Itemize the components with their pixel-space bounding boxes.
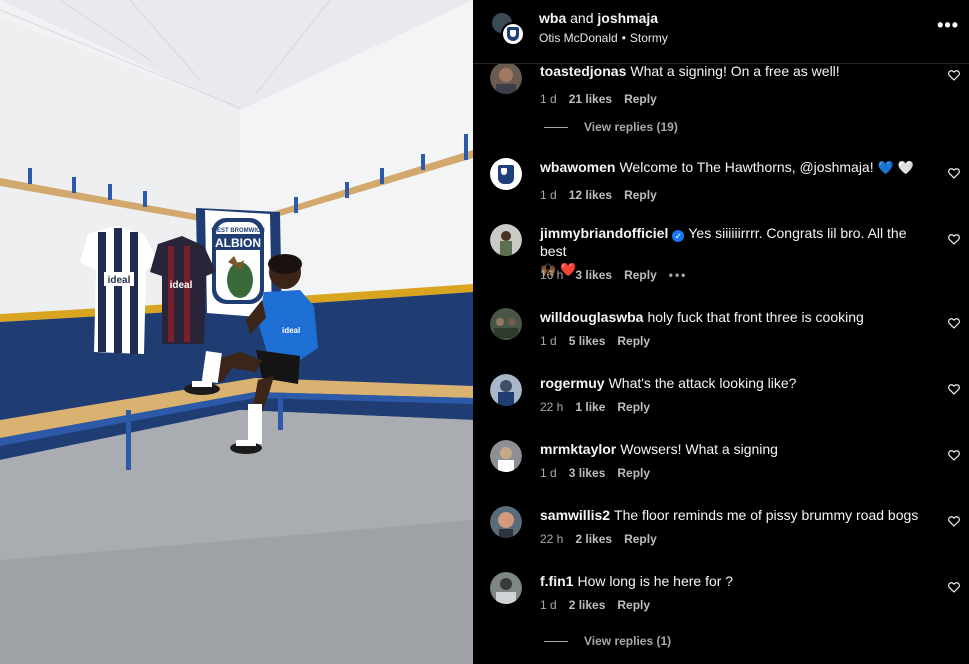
comment-likes[interactable]: 3 likes [569,466,606,480]
like-heart-icon[interactable] [947,232,961,246]
comment-time: 1 d [540,334,557,348]
avatar-photo [490,572,522,604]
verified-badge-icon: ✓ [672,230,685,242]
reply-button[interactable]: Reply [624,268,657,282]
commenter-avatar[interactable] [490,572,522,604]
svg-text:ideal: ideal [170,280,193,291]
comment-time: 1 d [540,188,557,202]
view-replies-button[interactable]: View replies (19) [544,120,678,134]
avatar-photo [490,62,522,94]
comment-text: The floor reminds me of pissy brummy roa… [614,507,919,523]
comment-time: 22 h [540,400,564,414]
avatar-photo [490,224,522,256]
like-heart-icon[interactable] [947,68,961,82]
comment-text: Welcome to The Hawthorns, @joshmaja! [619,159,874,175]
audio-separator: • [621,31,626,45]
commenter-avatar[interactable] [490,374,522,406]
comment-likes[interactable]: 2 likes [569,598,606,612]
comments-panel: wba and joshmaja Otis McDonald • Stormy ••… [473,0,969,664]
comment-time: 16 h [540,268,564,282]
commenter-avatar[interactable] [490,62,522,94]
comment-likes[interactable]: 2 likes [575,532,612,546]
comment-likes[interactable]: 12 likes [569,188,612,202]
comment-text: What a signing! On a free as well! [630,63,840,79]
more-horizontal-icon: ••• [937,15,959,35]
locker-room-image: WEST BROMWICH ALBION ideal ideal ideal [0,0,473,664]
avatar-photo [490,374,522,406]
comment-username[interactable]: samwillis2 [540,507,610,523]
reply-button[interactable]: Reply [617,598,650,612]
commenter-avatar[interactable] [490,506,522,538]
comment-username[interactable]: toastedjonas [540,63,626,79]
comment-time: 22 h [540,532,564,546]
commenter-avatar[interactable] [490,440,522,472]
reply-button[interactable]: Reply [617,334,650,348]
owner-link-joshmaja[interactable]: joshmaja [597,10,658,26]
replies-line [544,127,568,129]
comment-text: holy fuck that front three is cooking [647,309,864,325]
heart-emoji: 💙 🤍 [877,161,915,176]
reply-button[interactable]: Reply [624,532,657,546]
more-options-button[interactable]: ••• [937,15,959,36]
avatar-photo [490,308,522,340]
like-heart-icon[interactable] [947,448,961,462]
audio-track[interactable]: Stormy [630,31,668,45]
commenter-avatar[interactable] [490,224,522,256]
comment-text: Wowsers! What a signing [620,441,778,457]
comment-likes[interactable]: 3 likes [575,268,612,282]
comment-likes[interactable]: 1 like [575,400,605,414]
banner-text-top: WEST BROMWICH [211,228,264,234]
post-owners: wba and joshmaja [539,10,658,26]
comment-options-button[interactable]: ••• [669,268,688,282]
view-replies-label: View replies (1) [584,634,672,648]
comment-likes[interactable]: 5 likes [569,334,606,348]
comment-username[interactable]: willdouglaswba [540,309,643,325]
reply-button[interactable]: Reply [624,92,657,106]
owner-link-wba[interactable]: wba [539,10,566,26]
comment-text: What's the attack looking like? [608,375,797,391]
banner-text-main: ALBION [215,236,261,250]
avatar-photo [490,440,522,472]
commenter-avatar[interactable] [490,308,522,340]
view-replies-button[interactable]: View replies (1) [544,634,671,648]
reply-button[interactable]: Reply [624,188,657,202]
audio-attribution[interactable]: Otis McDonald • Stormy [539,31,668,45]
wba-crest-icon [498,164,514,184]
comment-username[interactable]: rogermuy [540,375,605,391]
wba-crest-icon [507,27,519,41]
like-heart-icon[interactable] [947,580,961,594]
comment-username[interactable]: mrmktaylor [540,441,616,457]
comment-username[interactable]: wbawomen [540,159,615,175]
post-header: wba and joshmaja Otis McDonald • Stormy ••… [473,0,969,64]
svg-text:ideal: ideal [108,275,131,286]
like-heart-icon[interactable] [947,382,961,396]
commenter-avatar[interactable] [490,158,522,190]
comment-username[interactable]: jimmybriandofficiel [540,225,668,241]
comment-text: How long is he here for ? [577,573,734,589]
reply-button[interactable]: Reply [617,466,650,480]
wba-avatar[interactable] [501,22,525,46]
owners-joiner: and [570,10,594,26]
comment-username[interactable]: f.fin1 [540,573,573,589]
like-heart-icon[interactable] [947,316,961,330]
like-heart-icon[interactable] [947,166,961,180]
avatar-photo [490,506,522,538]
comment-time: 1 d [540,466,557,480]
collab-avatars[interactable] [490,11,526,47]
like-heart-icon[interactable] [947,514,961,528]
reply-button[interactable]: Reply [617,400,650,414]
audio-artist[interactable]: Otis McDonald [539,31,618,45]
comment-likes[interactable]: 21 likes [569,92,612,106]
comment-time: 1 d [540,92,557,106]
comment-list[interactable]: toastedjonas What a signing! On a free as… [473,54,969,664]
svg-text:ideal: ideal [282,326,300,335]
view-replies-label: View replies (19) [584,120,678,134]
comment-time: 1 d [540,598,557,612]
post-photo[interactable]: WEST BROMWICH ALBION ideal ideal ideal [0,0,473,664]
replies-line [544,641,568,643]
